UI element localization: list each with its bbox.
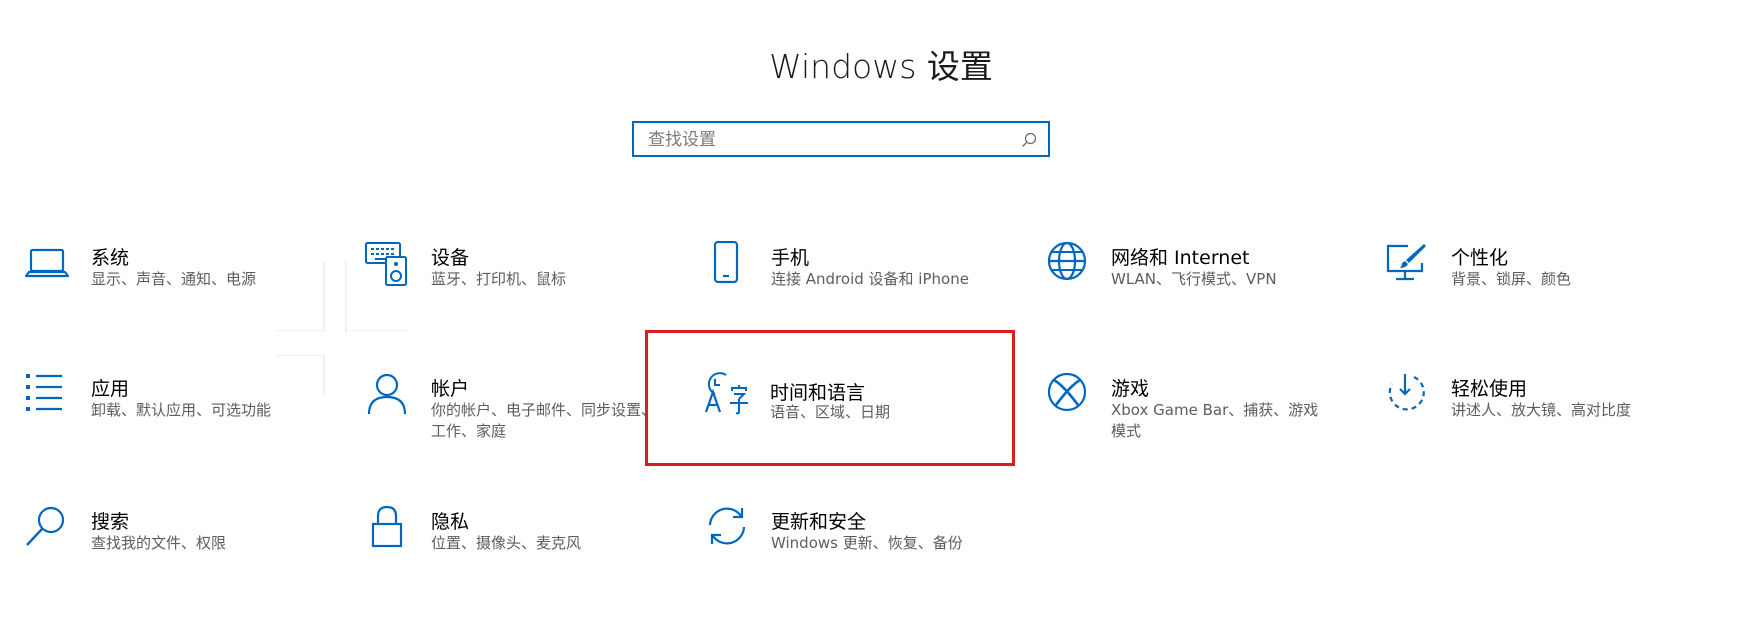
phone-icon: [713, 241, 739, 284]
sync-icon: [708, 507, 746, 545]
laptop-icon: [24, 248, 70, 278]
tile-gaming[interactable]: 游戏 Xbox Game Bar、捕获、游戏模式: [1020, 372, 1350, 492]
tile-ease-of-access[interactable]: 轻松使用 讲述人、放大镜、高对比度: [1360, 372, 1690, 492]
search-box[interactable]: [632, 121, 1050, 157]
tile-desc: 显示、声音、通知、电源: [91, 270, 257, 288]
tile-desc: 讲述人、放大镜、高对比度: [1451, 401, 1632, 419]
tile-desc: 你的帐户、电子邮件、同步设置、工作、家庭: [431, 401, 657, 440]
tile-name: 搜索: [91, 511, 130, 533]
apps-list-icon: [26, 374, 62, 411]
person-icon: [367, 373, 407, 415]
tile-desc: 蓝牙、打印机、鼠标: [431, 270, 567, 288]
tile-update-security[interactable]: 更新和安全 Windows 更新、恢复、备份: [680, 505, 1010, 625]
tile-name: 时间和语言: [770, 382, 866, 404]
tile-privacy[interactable]: 隐私 位置、摄像头、麦克风: [340, 505, 670, 625]
tile-name: 设备: [431, 247, 470, 269]
tile-time-language[interactable]: 时间和语言 语音、区域、日期: [645, 330, 1015, 466]
tile-desc: 查找我的文件、权限: [91, 534, 227, 552]
lock-icon: [371, 505, 403, 548]
tile-desc: 卸载、默认应用、可选功能: [91, 401, 272, 419]
tile-desc: WLAN、飞行模式、VPN: [1111, 270, 1277, 288]
tile-name: 帐户: [431, 378, 470, 400]
keyboard-speaker-icon: [365, 242, 407, 286]
search-input[interactable]: [646, 123, 1010, 157]
tile-apps[interactable]: 应用 卸载、默认应用、可选功能: [0, 372, 330, 492]
tile-name: 系统: [91, 247, 130, 269]
tile-name: 隐私: [431, 511, 470, 533]
tile-accounts[interactable]: 帐户 你的帐户、电子邮件、同步设置、工作、家庭: [340, 372, 670, 492]
tile-name: 个性化: [1451, 247, 1509, 269]
tile-desc: 位置、摄像头、麦克风: [431, 534, 582, 552]
tile-network[interactable]: 网络和 Internet WLAN、飞行模式、VPN: [1020, 241, 1350, 361]
tile-desc: 语音、区域、日期: [770, 403, 891, 421]
tile-personalization[interactable]: 个性化 背景、锁屏、颜色: [1360, 241, 1690, 361]
tile-desc: Windows 更新、恢复、备份: [771, 534, 963, 552]
tile-desc: 背景、锁屏、颜色: [1451, 270, 1572, 288]
tile-desc: 连接 Android 设备和 iPhone: [771, 270, 969, 288]
tile-system[interactable]: 系统 显示、声音、通知、电源: [0, 241, 330, 361]
tile-devices[interactable]: 设备 蓝牙、打印机、鼠标: [340, 241, 670, 361]
tile-name: 应用: [91, 378, 130, 400]
page-title: Windows 设置: [769, 47, 993, 86]
tile-name: 手机: [771, 247, 810, 269]
tile-name: 网络和 Internet: [1111, 247, 1250, 269]
tile-desc: Xbox Game Bar、捕获、游戏模式: [1111, 401, 1319, 440]
tile-name: 轻松使用: [1451, 378, 1528, 400]
globe-icon: [1047, 241, 1087, 281]
tile-name: 更新和安全: [771, 511, 867, 533]
ease-of-access-icon: [1388, 374, 1425, 411]
time-language-icon: [704, 372, 748, 415]
search-icon[interactable]: [1020, 131, 1038, 149]
search-icon: [26, 506, 65, 546]
tile-name: 游戏: [1111, 378, 1150, 400]
xbox-icon: [1047, 372, 1087, 412]
tile-search[interactable]: 搜索 查找我的文件、权限: [0, 505, 330, 625]
paint-screen-icon: [1386, 244, 1426, 281]
